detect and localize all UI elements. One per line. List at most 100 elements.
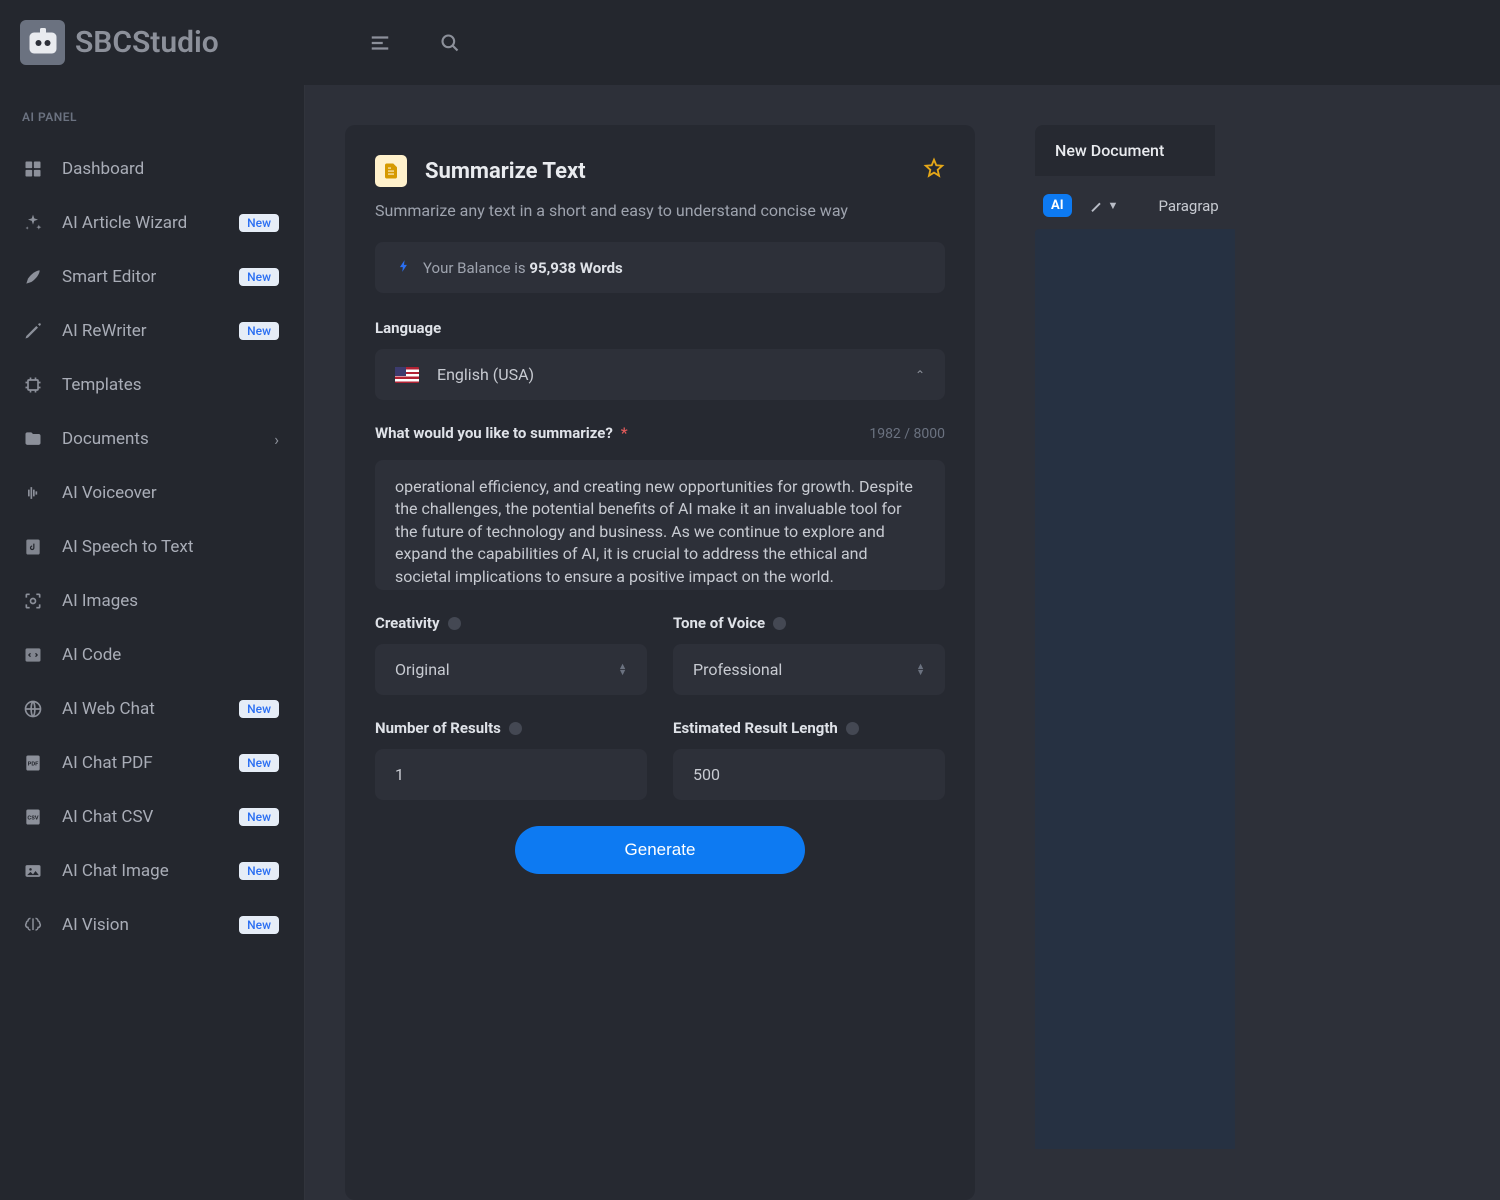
info-icon[interactable] [846,722,859,735]
sidebar: AI PANEL Dashboard AI Article Wizard New… [0,85,305,1200]
svg-text:PDF: PDF [28,762,40,768]
sidebar-item-label: AI Web Chat [62,699,221,719]
stepper-icon: ▲▼ [618,664,627,676]
info-icon[interactable] [509,722,522,735]
sidebar-item-label: AI Images [62,591,279,611]
new-badge: New [239,322,279,340]
bolt-icon [397,258,411,277]
tone-label: Tone of Voice [673,614,945,632]
char-count: 1982 / 8000 [869,426,945,442]
menu-toggle-button[interactable] [365,28,395,58]
sidebar-item-label: Smart Editor [62,267,221,287]
brand-logo[interactable]: SBCStudio [20,20,305,65]
sidebar-item-label: Dashboard [62,159,279,179]
sidebar-item-article-wizard[interactable]: AI Article Wizard New [10,196,294,250]
prompt-label: What would you like to summarize? * [375,424,628,442]
content-area: Summarize Text Summarize any text in a s… [305,85,1500,1200]
sidebar-item-label: AI Voiceover [62,483,279,503]
image-icon [22,860,44,882]
sidebar-item-label: AI Chat Image [62,861,221,881]
sidebar-item-chat-pdf[interactable]: PDF AI Chat PDF New [10,736,294,790]
sidebar-item-dashboard[interactable]: Dashboard [10,142,294,196]
camera-focus-icon [22,590,44,612]
ai-badge[interactable]: AI [1043,194,1072,217]
sidebar-item-label: AI ReWriter [62,321,221,341]
sidebar-item-label: AI Chat CSV [62,807,221,827]
sidebar-item-images[interactable]: AI Images [10,574,294,628]
sidebar-item-smart-editor[interactable]: Smart Editor New [10,250,294,304]
globe-icon [22,698,44,720]
new-badge: New [239,700,279,718]
magic-wand-button[interactable]: ▼ [1088,198,1119,214]
language-select[interactable]: English (USA) ⌃ [375,349,945,400]
sidebar-section-title: AI PANEL [10,110,294,142]
editor-panel: New Document AI ▼ Paragrap [1035,125,1235,1200]
length-label: Estimated Result Length [673,719,945,737]
creativity-label: Creativity [375,614,647,632]
length-input[interactable] [673,749,945,800]
chip-icon [22,374,44,396]
sidebar-item-templates[interactable]: Templates [10,358,294,412]
music-file-icon [22,536,44,558]
chevron-down-icon: ▼ [1108,199,1119,212]
info-icon[interactable] [448,617,461,630]
new-badge: New [239,268,279,286]
document-tab[interactable]: New Document [1035,125,1215,176]
results-label: Number of Results [375,719,647,737]
code-icon [22,644,44,666]
brand-name: SBCStudio [75,25,219,60]
info-icon[interactable] [773,617,786,630]
sparkle-icon [22,212,44,234]
sidebar-item-label: AI Code [62,645,279,665]
generate-button[interactable]: Generate [515,826,806,874]
new-badge: New [239,808,279,826]
paragraph-style-select[interactable]: Paragrap [1158,197,1218,215]
language-value: English (USA) [437,365,534,384]
language-label: Language [375,319,945,337]
new-badge: New [239,862,279,880]
chevron-right-icon: › [274,430,279,449]
sidebar-item-rewriter[interactable]: AI ReWriter New [10,304,294,358]
stepper-icon: ▲▼ [916,664,925,676]
balance-strip: Your Balance is 95,938 Words [375,242,945,293]
tone-value: Professional [693,660,782,679]
creativity-select[interactable]: Original ▲▼ [375,644,647,695]
feather-icon [22,266,44,288]
header-toolbar [365,28,465,58]
page-title: Summarize Text [425,159,905,184]
search-button[interactable] [435,28,465,58]
sidebar-item-voiceover[interactable]: AI Voiceover [10,466,294,520]
sidebar-item-label: Documents [62,429,256,449]
pen-icon [22,320,44,342]
sidebar-item-documents[interactable]: Documents › [10,412,294,466]
summarize-card: Summarize Text Summarize any text in a s… [345,125,975,1200]
folder-icon [22,428,44,450]
sidebar-item-speech-to-text[interactable]: AI Speech to Text [10,520,294,574]
favorite-button[interactable] [923,157,945,185]
flag-us-icon [395,367,419,383]
top-header: SBCStudio [0,0,1500,85]
chevron-up-icon: ⌃ [915,368,925,382]
document-icon [375,155,407,187]
sidebar-item-chat-image[interactable]: AI Chat Image New [10,844,294,898]
grid-icon [22,158,44,180]
new-badge: New [239,754,279,772]
page-subtitle: Summarize any text in a short and easy t… [375,201,945,220]
svg-text:CSV: CSV [27,816,38,822]
new-badge: New [239,916,279,934]
editor-canvas[interactable] [1035,229,1235,1149]
sidebar-item-label: AI Article Wizard [62,213,221,233]
sidebar-item-vision[interactable]: AI Vision New [10,898,294,952]
sidebar-item-web-chat[interactable]: AI Web Chat New [10,682,294,736]
waveform-icon [22,482,44,504]
robot-icon [20,20,65,65]
sidebar-item-label: Templates [62,375,279,395]
sidebar-item-chat-csv[interactable]: CSV AI Chat CSV New [10,790,294,844]
results-input[interactable] [375,749,647,800]
editor-toolbar: AI ▼ Paragrap [1035,194,1235,217]
tone-select[interactable]: Professional ▲▼ [673,644,945,695]
sidebar-item-code[interactable]: AI Code [10,628,294,682]
prompt-textarea[interactable] [375,460,945,590]
pdf-icon: PDF [22,752,44,774]
balance-text: Your Balance is 95,938 Words [423,259,623,277]
